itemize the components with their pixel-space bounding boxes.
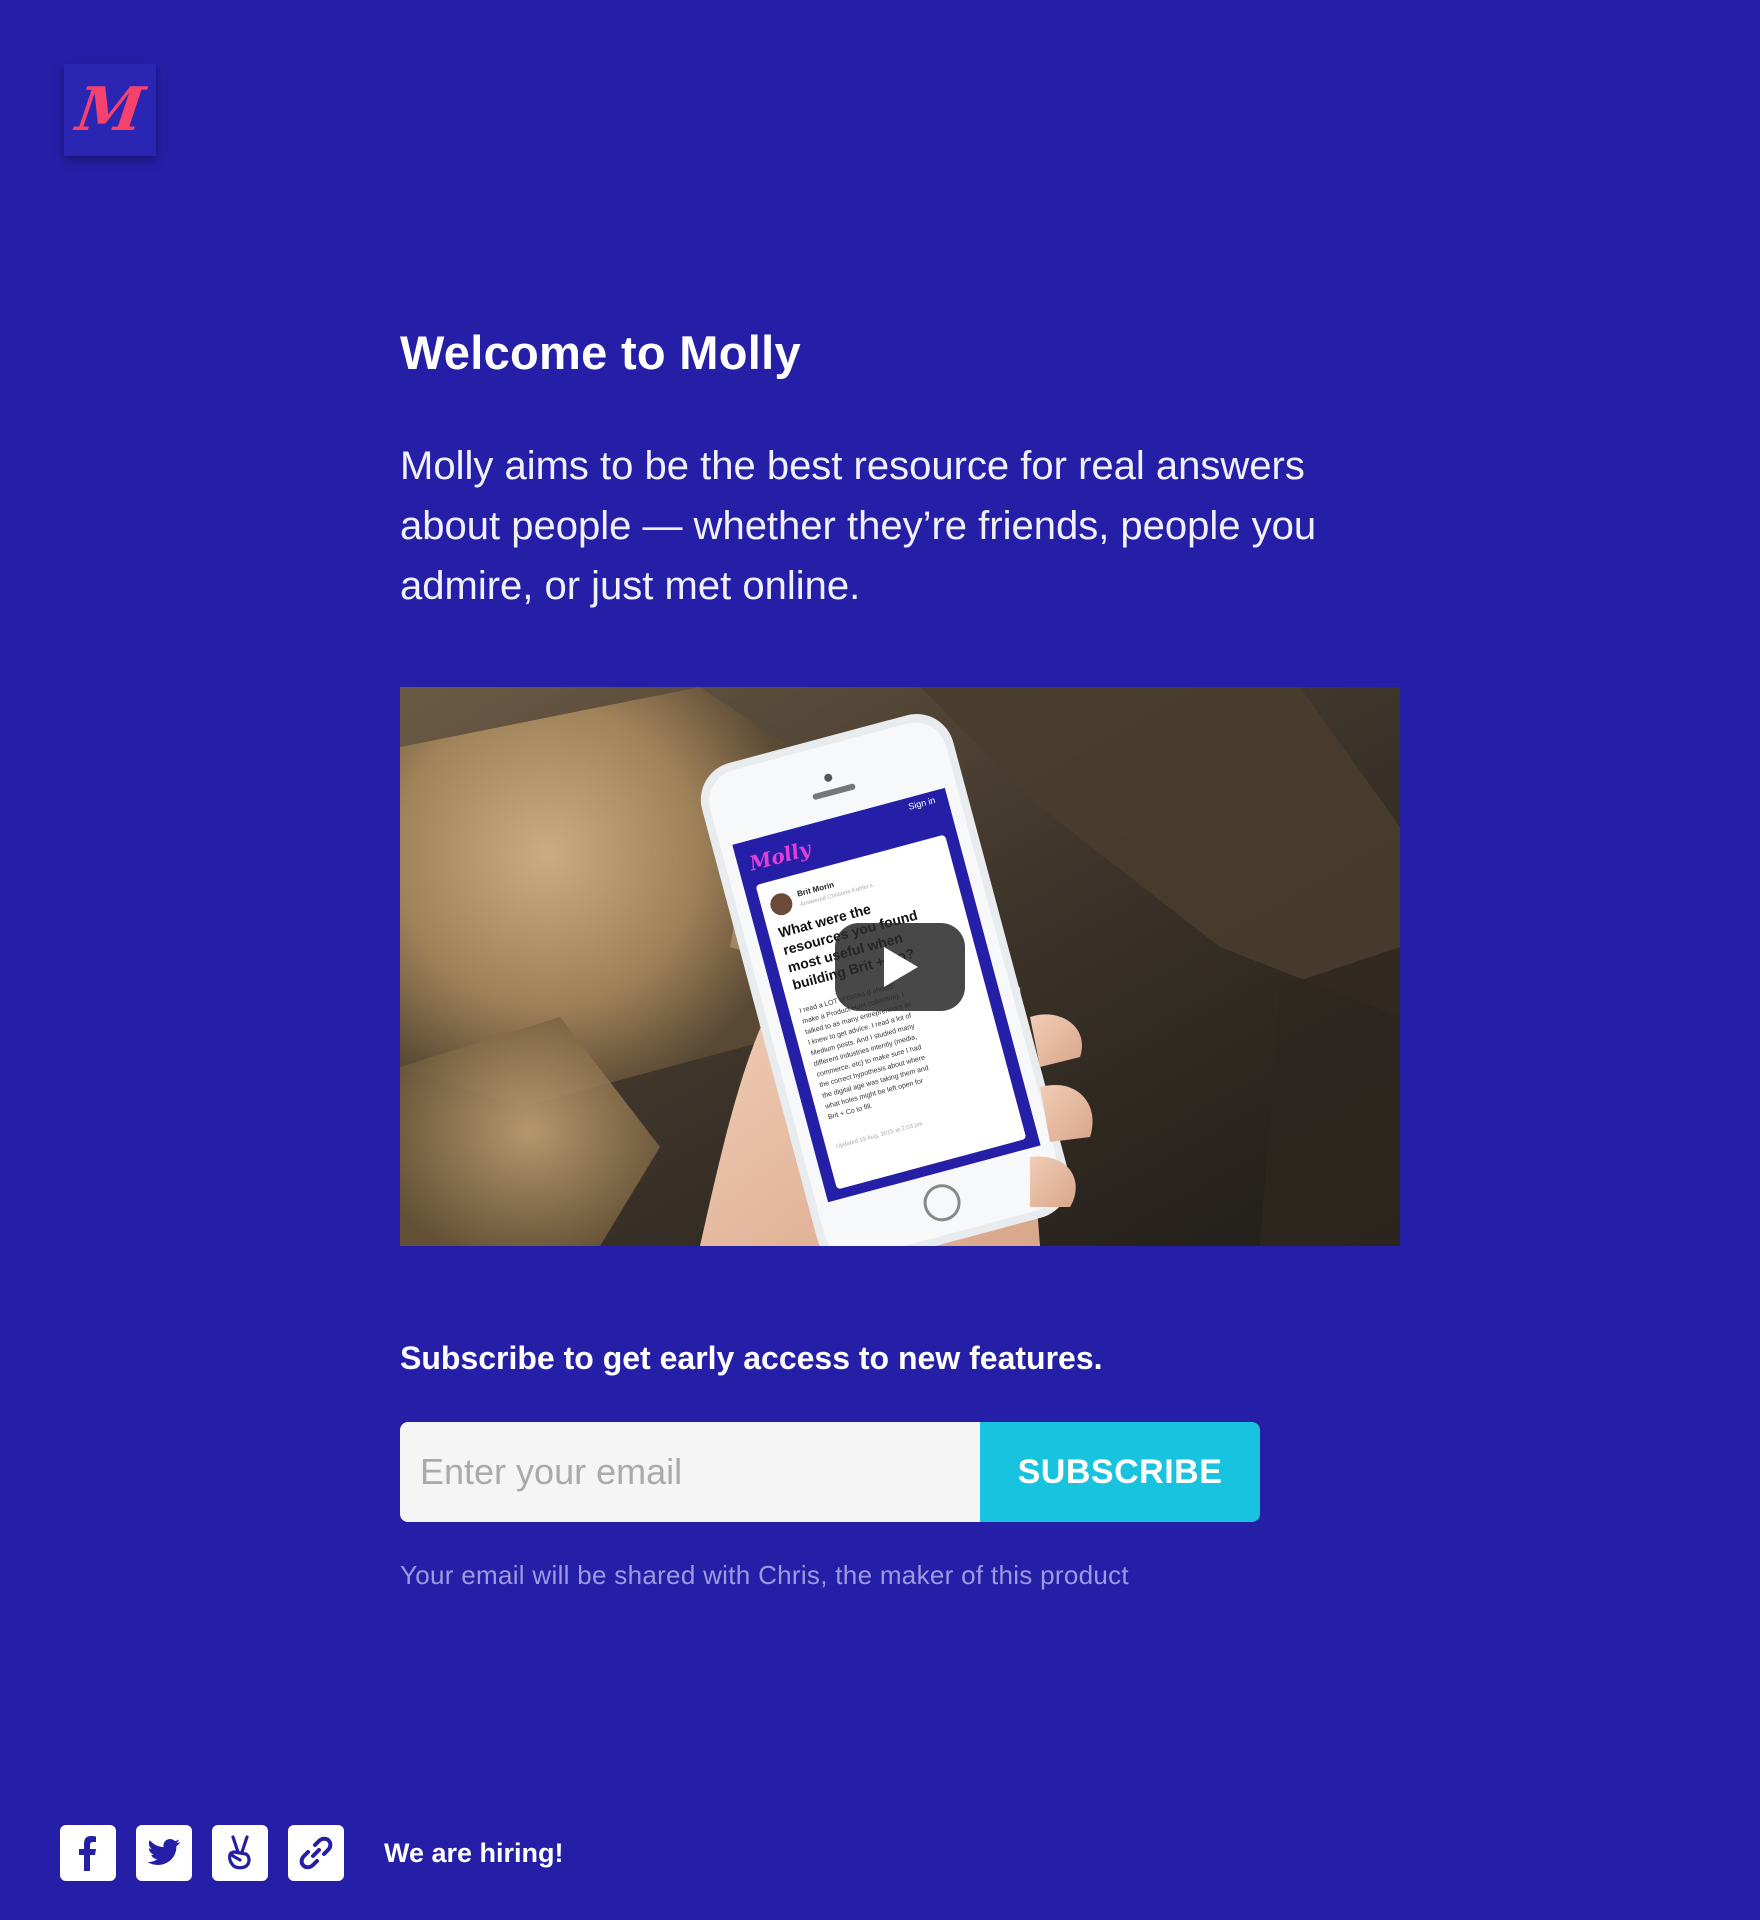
hero-section: Welcome to Molly Molly aims to be the be… bbox=[400, 325, 1400, 616]
subscribe-form: SUBSCRIBE bbox=[400, 1422, 1260, 1522]
page-title: Welcome to Molly bbox=[400, 326, 801, 379]
intro-text: Molly aims to be the best resource for r… bbox=[400, 444, 1317, 608]
footer: We are hiring! bbox=[60, 1825, 564, 1881]
logo-mark: M bbox=[71, 75, 149, 145]
angellist-icon[interactable] bbox=[212, 1825, 268, 1881]
play-icon bbox=[884, 947, 918, 987]
email-input[interactable] bbox=[400, 1422, 980, 1522]
email-disclaimer: Your email will be shared with Chris, th… bbox=[400, 1560, 1129, 1590]
twitter-icon[interactable] bbox=[136, 1825, 192, 1881]
subscribe-heading: Subscribe to get early access to new fea… bbox=[400, 1340, 1103, 1376]
molly-logo[interactable]: M bbox=[64, 64, 156, 156]
hiring-link[interactable]: We are hiring! bbox=[384, 1838, 564, 1869]
link-icon[interactable] bbox=[288, 1825, 344, 1881]
video-player[interactable]: Molly Sign in Brit Morin Answered Christ… bbox=[400, 687, 1400, 1246]
play-button[interactable] bbox=[835, 923, 965, 1011]
facebook-icon[interactable] bbox=[60, 1825, 116, 1881]
subscribe-button[interactable]: SUBSCRIBE bbox=[980, 1422, 1260, 1522]
